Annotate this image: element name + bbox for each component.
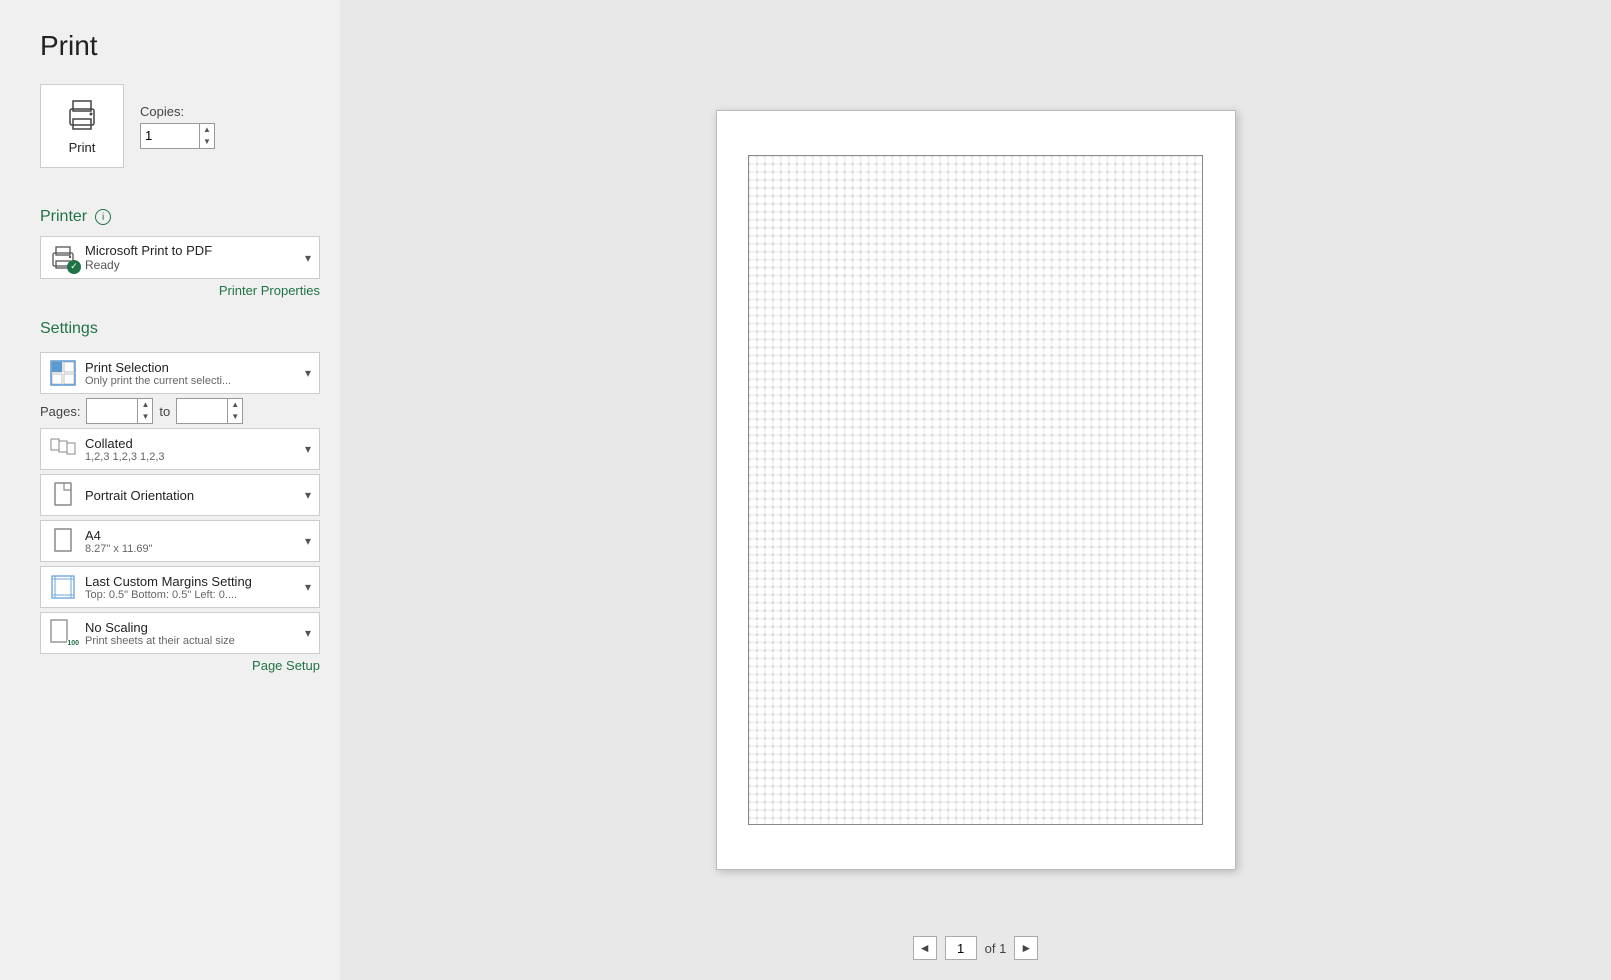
pages-label: Pages: [40, 404, 80, 419]
pages-from-spinner: ▲ ▼ [138, 398, 153, 424]
printer-icon-wrap: ✓ [49, 244, 77, 272]
collated-icon [49, 435, 77, 463]
page-setup-link[interactable]: Page Setup [40, 658, 320, 673]
pages-row: Pages: ▲ ▼ to ▲ ▼ [40, 398, 320, 424]
margins-main: Last Custom Margins Setting [85, 574, 297, 589]
right-panel: ◄ of 1 ► [340, 0, 1611, 980]
pages-from-input[interactable] [86, 398, 138, 424]
copies-decrement[interactable]: ▼ [200, 136, 214, 148]
printer-icon [64, 97, 100, 136]
paper-size-icon [49, 527, 77, 555]
print-button-area: Print Copies: ▲ ▼ [40, 84, 320, 168]
pages-from-increment[interactable]: ▲ [138, 399, 152, 411]
printer-section-title: Printer i [40, 208, 320, 226]
scaling-sub: Print sheets at their actual size [85, 635, 297, 647]
scaling-row[interactable]: 100 No Scaling Print sheets at their act… [40, 612, 320, 654]
print-selection-sub: Only print the current selecti... [85, 375, 297, 387]
printer-name: Microsoft Print to PDF [85, 243, 297, 258]
print-button[interactable]: Print [40, 84, 124, 168]
printer-selector[interactable]: ✓ Microsoft Print to PDF Ready ▾ [40, 236, 320, 279]
page-of-text: of 1 [985, 941, 1007, 956]
next-page-button[interactable]: ► [1014, 936, 1038, 960]
orientation-main: Portrait Orientation [85, 488, 297, 503]
paper-size-main: A4 [85, 528, 297, 543]
paper-size-sub: 8.27" x 11.69" [85, 543, 297, 555]
collated-main: Collated [85, 436, 297, 451]
page-title: Print [40, 30, 320, 62]
left-panel: Print Print Copies: ▲ ▼ [0, 0, 340, 980]
orientation-text: Portrait Orientation [85, 488, 297, 503]
print-selection-text: Print Selection Only print the current s… [85, 360, 297, 387]
paper-size-text: A4 8.27" x 11.69" [85, 528, 297, 555]
copies-input[interactable] [140, 123, 200, 149]
margins-sub: Top: 0.5" Bottom: 0.5" Left: 0.... [85, 589, 297, 601]
print-button-label: Print [69, 140, 96, 155]
scaling-text: No Scaling Print sheets at their actual … [85, 620, 297, 647]
printer-info-icon[interactable]: i [95, 209, 111, 225]
copies-increment[interactable]: ▲ [200, 124, 214, 136]
collated-text: Collated 1,2,3 1,2,3 1,2,3 [85, 436, 297, 463]
collated-arrow: ▾ [305, 442, 311, 456]
settings-section: Print Selection Only print the current s… [40, 352, 320, 673]
printer-info: Microsoft Print to PDF Ready [85, 243, 297, 272]
pages-to-input[interactable] [176, 398, 228, 424]
prev-page-button[interactable]: ◄ [913, 936, 937, 960]
ready-badge: ✓ [67, 260, 81, 274]
margin-icon-wrap [49, 573, 77, 601]
orientation-row[interactable]: Portrait Orientation ▾ [40, 474, 320, 516]
copies-area: Copies: ▲ ▼ [140, 104, 215, 149]
copies-input-wrap: ▲ ▼ [140, 123, 215, 149]
page-number-input[interactable] [945, 936, 977, 960]
print-selection-arrow: ▾ [305, 366, 311, 380]
orientation-arrow: ▾ [305, 488, 311, 502]
grid-paper [748, 155, 1203, 825]
grid-canvas [749, 156, 1202, 824]
collated-sub: 1,2,3 1,2,3 1,2,3 [85, 451, 297, 463]
orientation-icon [49, 481, 77, 509]
print-selection-main: Print Selection [85, 360, 297, 375]
copies-spinner: ▲ ▼ [200, 123, 215, 149]
scaling-icon-wrap: 100 [49, 619, 77, 647]
pages-from-decrement[interactable]: ▼ [138, 411, 152, 423]
preview-container [716, 110, 1236, 870]
collated-row[interactable]: Collated 1,2,3 1,2,3 1,2,3 ▾ [40, 428, 320, 470]
pagination-bar: ◄ of 1 ► [913, 936, 1039, 960]
margins-text: Last Custom Margins Setting Top: 0.5" Bo… [85, 574, 297, 601]
scaling-main: No Scaling [85, 620, 297, 635]
pages-to-wrap: ▲ ▼ [176, 398, 243, 424]
margins-row[interactable]: Last Custom Margins Setting Top: 0.5" Bo… [40, 566, 320, 608]
settings-section-title: Settings [40, 320, 320, 338]
scaling-icon: 100 [49, 619, 77, 647]
scaling-100-text: 100 [67, 640, 79, 647]
printer-properties-link[interactable]: Printer Properties [40, 283, 320, 298]
paper-size-arrow: ▾ [305, 534, 311, 548]
pages-to-label: to [159, 404, 170, 419]
margins-icon [49, 573, 77, 601]
print-selection-icon [49, 359, 77, 387]
copies-label: Copies: [140, 104, 215, 119]
pages-to-spinner: ▲ ▼ [228, 398, 243, 424]
printer-status: Ready [85, 258, 297, 272]
pages-to-increment[interactable]: ▲ [228, 399, 242, 411]
paper-size-row[interactable]: A4 8.27" x 11.69" ▾ [40, 520, 320, 562]
pages-from-wrap: ▲ ▼ [86, 398, 153, 424]
printer-dropdown-arrow: ▾ [305, 251, 311, 265]
scaling-arrow: ▾ [305, 626, 311, 640]
print-selection-row[interactable]: Print Selection Only print the current s… [40, 352, 320, 394]
pages-to-decrement[interactable]: ▼ [228, 411, 242, 423]
margins-arrow: ▾ [305, 580, 311, 594]
